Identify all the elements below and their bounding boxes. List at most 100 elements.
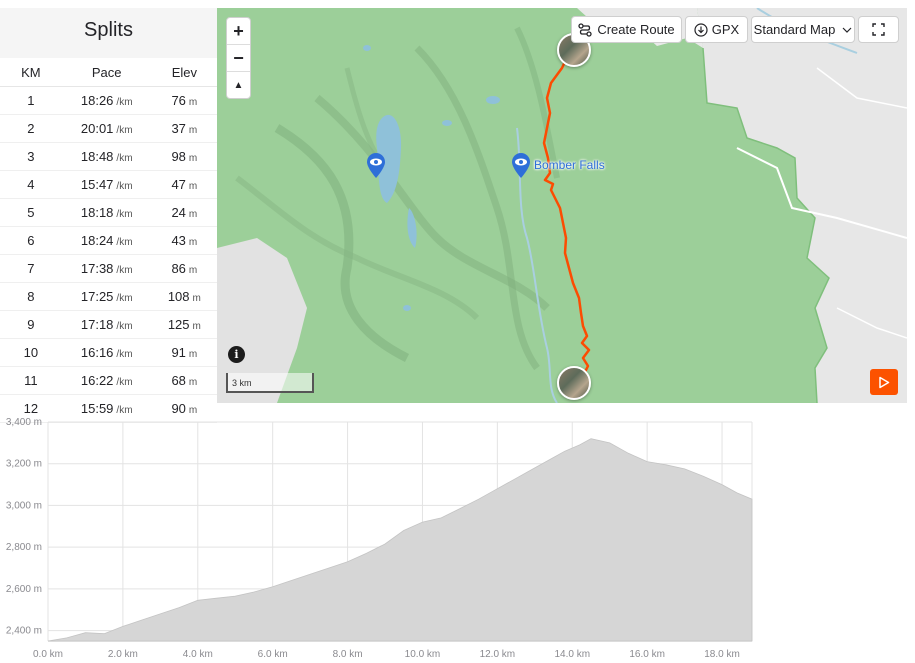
split-row: 8 17:25/km 108 m bbox=[0, 282, 217, 311]
route-map[interactable]: Bomber Falls + − ▲ Create Route GPX Stan… bbox=[217, 8, 907, 403]
poi-eye-icon[interactable] bbox=[366, 153, 386, 179]
elevation-area bbox=[47, 438, 753, 642]
split-pace: 17:38 bbox=[80, 261, 114, 276]
split-pace-cell: 15:47/km bbox=[61, 170, 152, 199]
split-row: 5 18:18/km 24 m bbox=[0, 198, 217, 227]
split-pace: 18:48 bbox=[80, 149, 114, 164]
split-pace-cell: 18:24/km bbox=[61, 226, 152, 255]
map-style-select[interactable]: Standard Map bbox=[751, 16, 855, 43]
split-row: 7 17:38/km 86 m bbox=[0, 254, 217, 283]
header-pace: Pace bbox=[61, 58, 152, 87]
split-elev-cell: 24 m bbox=[151, 198, 217, 227]
create-route-button[interactable]: Create Route bbox=[571, 16, 682, 43]
x-tick-label: 12.0 km bbox=[480, 649, 516, 660]
split-km: 7 bbox=[0, 254, 62, 283]
split-elev: 37 bbox=[171, 121, 186, 136]
download-icon bbox=[694, 22, 708, 37]
split-elev: 43 bbox=[171, 233, 186, 248]
split-pace-cell: 16:16/km bbox=[61, 338, 152, 367]
elevation-chart[interactable]: 2,400 m 2,600 m 2,800 m 3,000 m 3,200 m 3,400… bbox=[0, 408, 915, 663]
y-tick-label: 3,000 m bbox=[6, 500, 42, 511]
split-elev-cell: 37 m bbox=[151, 114, 217, 143]
split-pace: 18:26 bbox=[80, 93, 114, 108]
x-tick-label: 18.0 km bbox=[704, 649, 740, 660]
split-elev-unit: m bbox=[188, 265, 198, 276]
x-tick-label: 16.0 km bbox=[629, 649, 665, 660]
fullscreen-button[interactable] bbox=[858, 16, 899, 43]
split-pace: 18:18 bbox=[80, 205, 114, 220]
split-row: 9 17:18/km 125 m bbox=[0, 310, 217, 339]
route-line bbox=[542, 52, 591, 377]
map-terrain bbox=[217, 8, 907, 403]
info-icon[interactable]: i bbox=[228, 346, 245, 363]
zoom-controls: + − ▲ bbox=[226, 17, 251, 99]
split-pace-unit: /km bbox=[116, 237, 133, 248]
split-elev-cell: 86 m bbox=[151, 254, 217, 283]
create-route-label: Create Route bbox=[597, 22, 675, 37]
y-tick-label: 2,600 m bbox=[6, 584, 42, 595]
split-pace: 20:01 bbox=[80, 121, 114, 136]
compass-glyph: ▲ bbox=[233, 79, 244, 91]
split-elev-unit: m bbox=[192, 293, 201, 304]
split-km: 10 bbox=[0, 338, 62, 367]
splits-header-row: KM Pace Elev bbox=[0, 58, 217, 87]
gpx-download-button[interactable]: GPX bbox=[685, 16, 748, 43]
split-elev-unit: m bbox=[188, 377, 198, 388]
split-elev-unit: m bbox=[188, 125, 198, 136]
header-elev: Elev bbox=[151, 58, 217, 87]
split-km: 2 bbox=[0, 114, 62, 143]
play-flyover-button[interactable] bbox=[870, 369, 898, 395]
split-km: 1 bbox=[0, 86, 62, 115]
split-pace: 18:24 bbox=[80, 233, 114, 248]
split-elev: 108 bbox=[167, 289, 190, 304]
split-pace-cell: 17:25/km bbox=[61, 282, 152, 311]
split-elev-unit: m bbox=[188, 153, 198, 164]
split-elev-unit: m bbox=[188, 97, 198, 108]
x-tick-label: 0.0 km bbox=[33, 649, 63, 660]
split-pace-unit: /km bbox=[116, 321, 133, 332]
split-elev: 47 bbox=[171, 177, 186, 192]
split-elev-cell: 91 m bbox=[151, 338, 217, 367]
splits-table: KM Pace Elev 1 18:26/km 76 m 2 20:01/km 37 m 3 18… bbox=[0, 58, 217, 423]
split-pace-unit: /km bbox=[116, 349, 133, 360]
x-tick-label: 10.0 km bbox=[405, 649, 441, 660]
split-elev-cell: 43 m bbox=[151, 226, 217, 255]
split-km: 4 bbox=[0, 170, 62, 199]
splits-title: Splits bbox=[0, 8, 217, 58]
split-row: 1 18:26/km 76 m bbox=[0, 86, 217, 115]
zoom-out-button[interactable]: − bbox=[227, 45, 250, 72]
split-elev-unit: m bbox=[188, 181, 198, 192]
split-km: 11 bbox=[0, 366, 62, 395]
split-km: 6 bbox=[0, 226, 62, 255]
split-km: 5 bbox=[0, 198, 62, 227]
split-elev: 98 bbox=[171, 149, 186, 164]
split-pace-unit: /km bbox=[116, 97, 133, 108]
split-elev-cell: 68 m bbox=[151, 366, 217, 395]
zoom-in-button[interactable]: + bbox=[227, 18, 250, 45]
split-pace: 17:25 bbox=[80, 289, 114, 304]
split-elev: 68 bbox=[171, 373, 186, 388]
x-tick-label: 6.0 km bbox=[258, 649, 288, 660]
chevron-down-icon bbox=[842, 27, 852, 33]
bomber-falls-eye-icon[interactable] bbox=[511, 153, 531, 179]
split-pace-cell: 18:18/km bbox=[61, 198, 152, 227]
y-axis-ticks: 2,400 m 2,600 m 2,800 m 3,000 m 3,200 m 3,400… bbox=[6, 417, 42, 637]
split-pace-unit: /km bbox=[116, 153, 133, 164]
split-pace: 16:16 bbox=[80, 345, 114, 360]
split-elev-cell: 47 m bbox=[151, 170, 217, 199]
header-km: KM bbox=[0, 58, 62, 87]
split-row: 6 18:24/km 43 m bbox=[0, 226, 217, 255]
split-elev: 125 bbox=[167, 317, 190, 332]
poi-label-bomber-falls[interactable]: Bomber Falls bbox=[534, 158, 605, 172]
split-row: 3 18:48/km 98 m bbox=[0, 142, 217, 171]
map-style-label: Standard Map bbox=[753, 22, 836, 37]
split-elev-unit: m bbox=[188, 209, 198, 220]
split-km: 9 bbox=[0, 310, 62, 339]
split-elev-cell: 98 m bbox=[151, 142, 217, 171]
compass-icon[interactable]: ▲ bbox=[227, 72, 250, 98]
split-km: 3 bbox=[0, 142, 62, 171]
splits-panel: Splits KM Pace Elev 1 18:26/km 76 m 2 20:01/k… bbox=[0, 8, 217, 423]
photo-pin-end[interactable] bbox=[557, 366, 591, 400]
chart-area bbox=[47, 438, 753, 642]
split-pace-cell: 18:48/km bbox=[61, 142, 152, 171]
